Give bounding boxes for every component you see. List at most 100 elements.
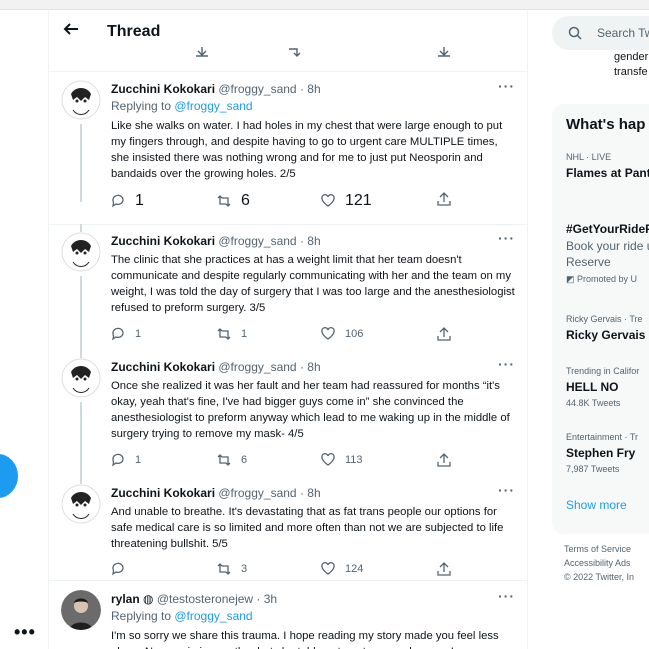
trend-name: HELL NO (566, 380, 619, 394)
author-handle[interactable]: @froggy_sand · 8h (218, 486, 320, 500)
tweet-actions: 1 1 106 (111, 327, 511, 343)
trend-item[interactable]: NHL · LIVE Flames at Pant (566, 152, 649, 180)
ads-link[interactable]: Ads (615, 558, 631, 568)
search-icon (568, 26, 582, 40)
replying-to-link[interactable]: @froggy_sand (174, 609, 252, 623)
accessibility-link[interactable]: Accessibility (564, 558, 613, 568)
author-name[interactable]: Zucchini Kokokari (111, 486, 215, 500)
divider (49, 580, 527, 581)
replying-to-link[interactable]: @froggy_sand (174, 99, 252, 113)
tweet[interactable]: Zucchini Kokokari @froggy_sand · 8h ··· … (49, 476, 527, 580)
terms-link[interactable]: Terms of Service (564, 542, 634, 556)
avatar[interactable] (61, 484, 101, 524)
avatar[interactable] (61, 358, 101, 398)
share-button[interactable] (437, 192, 451, 206)
like-button[interactable]: 124 (321, 562, 363, 576)
retweet-count: 6 (241, 454, 248, 466)
retweet-button[interactable]: 6 (217, 453, 247, 467)
trends-title: What's hap (566, 116, 646, 133)
avatar[interactable] (61, 232, 101, 272)
more-icon[interactable]: ··· (498, 78, 515, 94)
promoted-text: Promoted by U (577, 274, 638, 284)
tweet[interactable]: Zucchini Kokokari @froggy_sand · 8h ··· … (49, 72, 527, 202)
retweet-button[interactable]: 6 (217, 192, 250, 210)
like-button[interactable]: 121 (321, 192, 372, 210)
retweet-button[interactable]: 3 (217, 562, 247, 576)
tweet-author[interactable]: rylan ◍ @testosteronejew · 3h (111, 592, 277, 606)
like-count: 106 (345, 328, 364, 340)
more-icon[interactable]: ··· (498, 356, 515, 372)
thread-connector (80, 476, 82, 484)
reply-button[interactable]: 1 (111, 453, 141, 467)
trend-name: Flames at Pant (566, 166, 649, 180)
tweet-text: Like she walks on water. I had holes in … (111, 120, 503, 180)
like-count: 113 (345, 454, 363, 466)
back-arrow-icon[interactable] (63, 21, 79, 42)
replying-to: Replying to @froggy_sand (111, 609, 253, 623)
share-icon-partial[interactable] (195, 47, 209, 60)
tweet[interactable]: rylan ◍ @testosteronejew · 3h ··· Replyi… (49, 582, 527, 649)
search-bar[interactable]: Search Tw (552, 16, 649, 50)
more-options-icon[interactable]: ••• (14, 622, 36, 643)
retweet-count: 6 (241, 192, 250, 209)
tweet-author[interactable]: Zucchini Kokokari @froggy_sand · 8h (111, 486, 321, 500)
trend-item[interactable]: #GetYourRideF Book your ride u Reserve ◩… (566, 222, 649, 285)
author-name[interactable]: Zucchini Kokokari (111, 360, 215, 374)
like-button[interactable]: 106 (321, 327, 363, 341)
more-icon[interactable]: ··· (498, 588, 515, 604)
trend-meta: Trending in Califor (566, 366, 640, 376)
promoted-icon: ◩ (566, 274, 575, 284)
more-icon[interactable]: ··· (498, 230, 515, 246)
author-handle[interactable]: @froggy_sand · 8h (218, 82, 320, 96)
author-handle[interactable]: @froggy_sand · 8h (218, 234, 320, 248)
like-button[interactable]: 113 (321, 453, 363, 467)
snippet-line: gender (614, 51, 649, 63)
reply-count: 1 (135, 454, 142, 466)
share-button[interactable] (437, 327, 451, 341)
share-button[interactable] (437, 562, 451, 576)
trend-desc: Reserve (566, 255, 611, 269)
tweet-text: The clinic that she practices at has a w… (111, 254, 515, 314)
retweet-icon-partial[interactable] (287, 47, 301, 60)
share-icon-partial-2[interactable] (437, 47, 451, 60)
author-handle[interactable]: @froggy_sand · 8h (218, 360, 320, 374)
copyright: © 2022 Twitter, In (564, 572, 635, 582)
tweet-compose-button[interactable] (0, 454, 18, 498)
thread-header: Thread (49, 10, 527, 62)
tweet[interactable]: Zucchini Kokokari @froggy_sand · 8h ··· … (49, 350, 527, 476)
author-name[interactable]: rylan (111, 592, 140, 606)
reply-button[interactable]: 1 (111, 327, 141, 341)
share-button[interactable] (437, 453, 451, 467)
snippet-line: transfe (614, 66, 648, 78)
tweet-text: Once she realized it was her fault and h… (111, 380, 510, 440)
retweet-button[interactable]: 1 (217, 327, 247, 341)
browser-top-strip (0, 0, 649, 10)
tweet-author[interactable]: Zucchini Kokokari @froggy_sand · 8h (111, 82, 321, 96)
trend-meta: NHL · LIVE (566, 152, 612, 162)
thread-connector (80, 276, 82, 352)
tweet-text: I'm so sorry we share this trauma. I hop… (111, 630, 499, 649)
tweet-author[interactable]: Zucchini Kokokari @froggy_sand · 8h (111, 360, 321, 374)
search-input[interactable]: Search Tw (597, 26, 649, 40)
show-more-link[interactable]: Show more (566, 498, 627, 512)
reply-button[interactable] (111, 562, 135, 576)
author-name[interactable]: Zucchini Kokokari (111, 82, 215, 96)
trend-item[interactable]: Trending in Califor HELL NO 44.8K Tweets (566, 366, 639, 408)
tweet-actions: 3 124 (111, 562, 511, 578)
author-handle[interactable]: @testosteronejew · 3h (157, 592, 277, 606)
author-name[interactable]: Zucchini Kokokari (111, 234, 215, 248)
more-icon[interactable]: ··· (498, 482, 515, 498)
tweet-actions-row: 1 6 121 (49, 192, 527, 212)
tweet-author[interactable]: Zucchini Kokokari @froggy_sand · 8h (111, 234, 321, 248)
thread-connector (80, 402, 82, 476)
trend-item[interactable]: Ricky Gervais · Tre Ricky Gervais (566, 314, 645, 342)
trend-count: 7,987 Tweets (566, 464, 620, 474)
trend-item[interactable]: Entertainment · Tr Stephen Fry 7,987 Twe… (566, 432, 638, 474)
avatar[interactable] (61, 590, 101, 630)
avatar[interactable] (61, 80, 101, 120)
trend-name: Stephen Fry (566, 446, 636, 460)
thread-connector (80, 224, 82, 232)
tweet[interactable]: Zucchini Kokokari @froggy_sand · 8h ··· … (49, 224, 527, 352)
like-count: 124 (345, 563, 364, 575)
reply-button[interactable]: 1 (111, 192, 144, 210)
